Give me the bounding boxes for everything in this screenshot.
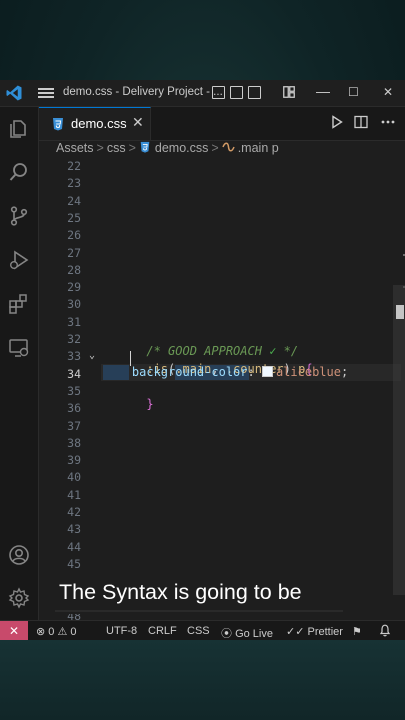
code-editor[interactable]: 22 23 24 25 26 27 28 29 30 31 32 33 34 35 36 37 38 39 40 41… xyxy=(39,159,405,623)
line-number: 26 xyxy=(67,228,81,243)
line-number: 35 xyxy=(67,383,81,398)
line-number: 34 xyxy=(67,366,81,381)
line-number: 37 xyxy=(67,418,81,433)
line-number: 30 xyxy=(67,297,81,312)
error-icon: ⊗ xyxy=(36,626,46,638)
breadcrumb: Assets > css > demo.css > .main p xyxy=(56,141,279,161)
settings-gear-icon[interactable] xyxy=(8,587,30,609)
css-file-icon xyxy=(140,141,150,153)
css-value: aliceblue xyxy=(275,365,341,379)
toggle-sidebar-icon[interactable] xyxy=(212,86,225,99)
fold-arrow-icon[interactable]: ⌄ xyxy=(89,350,95,361)
eol-indicator[interactable]: CRLF xyxy=(148,625,177,637)
warning-count: 0 xyxy=(70,626,77,638)
tab-label: demo.css xyxy=(71,116,127,131)
search-icon[interactable] xyxy=(8,161,30,183)
toggle-secondary-sidebar-icon[interactable] xyxy=(248,86,261,99)
line-number: 33 xyxy=(67,349,81,364)
line-number: 45 xyxy=(67,556,81,571)
menu-icon[interactable] xyxy=(38,86,54,100)
text-cursor xyxy=(130,351,131,366)
prettier-button[interactable]: ✓✓ Prettier xyxy=(286,625,343,638)
more-actions-icon[interactable] xyxy=(380,115,396,129)
tab-demo-css[interactable]: demo.css ✕ xyxy=(39,107,151,140)
breadcrumb-item-css[interactable]: css xyxy=(107,141,126,155)
breadcrumb-separator: > xyxy=(211,141,219,155)
editor-tab-bar: demo.css ✕ xyxy=(39,107,405,141)
selector-symbol-icon xyxy=(222,142,235,152)
breadcrumb-separator: > xyxy=(128,141,136,155)
close-window-button[interactable]: ✕ xyxy=(383,85,393,99)
remote-indicator-icon[interactable]: ✕ xyxy=(0,621,28,640)
scrollbar-marker xyxy=(396,305,404,319)
line-number: 38 xyxy=(67,435,81,450)
css-file-icon xyxy=(53,118,63,131)
toggle-panel-icon[interactable] xyxy=(230,86,243,99)
problems-indicator[interactable]: ⊗ 0 ⚠ 0 xyxy=(36,625,77,638)
line-number: 39 xyxy=(67,453,81,468)
prettier-label: Prettier xyxy=(307,626,343,638)
vscode-logo-icon xyxy=(6,85,22,101)
accounts-icon[interactable]: ⚑ xyxy=(352,625,362,638)
line-number: 36 xyxy=(67,401,81,416)
line-number: 25 xyxy=(67,210,81,225)
background-footer xyxy=(0,640,405,720)
breadcrumb-item-assets[interactable]: Assets xyxy=(56,141,94,155)
status-bar: ✕ ⊗ 0 ⚠ 0 UTF-8 CRLF CSS ⦿ Go Live ✓✓ Pr… xyxy=(0,620,405,640)
split-editor-icon[interactable] xyxy=(354,115,368,129)
error-count: 0 xyxy=(48,626,55,638)
language-indicator[interactable]: CSS xyxy=(187,625,210,637)
line-number: 40 xyxy=(67,470,81,485)
breadcrumb-item-file[interactable]: demo.css xyxy=(155,141,209,155)
warning-icon: ⚠ xyxy=(57,626,68,638)
line-number: 22 xyxy=(67,159,81,173)
caption-underline xyxy=(55,610,343,612)
run-file-icon[interactable] xyxy=(331,115,343,129)
remote-explorer-icon[interactable] xyxy=(8,337,30,359)
go-live-label: Go Live xyxy=(235,628,273,640)
breadcrumb-item-selector[interactable]: .main p xyxy=(238,141,279,155)
encoding-indicator[interactable]: UTF-8 xyxy=(106,625,137,637)
line-number: 32 xyxy=(67,332,81,346)
semicolon: ; xyxy=(340,365,349,379)
customize-layout-icon[interactable] xyxy=(283,86,295,98)
breadcrumb-separator: > xyxy=(96,141,104,155)
line-number: 23 xyxy=(67,176,81,191)
layout-toggles xyxy=(212,86,266,99)
line-number: 42 xyxy=(67,505,81,519)
vscode-window: demo.css - Delivery Project - ... — ☐ ✕ xyxy=(0,80,405,640)
line-number: 31 xyxy=(67,314,81,329)
css-property: background-color xyxy=(131,365,248,379)
color-swatch[interactable] xyxy=(261,366,273,377)
code-line-34: background-color: aliceblue; xyxy=(103,365,348,379)
source-control-icon[interactable] xyxy=(8,205,30,227)
extensions-icon[interactable] xyxy=(8,293,30,315)
broadcast-icon: ⦿ xyxy=(221,628,232,640)
line-number: 41 xyxy=(67,487,81,502)
go-live-button[interactable]: ⦿ Go Live xyxy=(221,625,273,640)
line-number: 28 xyxy=(67,262,81,277)
line-number: 29 xyxy=(67,280,81,295)
brace-close: } xyxy=(146,397,154,411)
explorer-icon[interactable] xyxy=(8,117,30,139)
tab-close-button[interactable]: ✕ xyxy=(132,114,144,131)
video-caption: The Syntax is going to be xyxy=(55,570,349,614)
window-title: demo.css - Delivery Project - ... xyxy=(63,86,223,98)
account-icon[interactable] xyxy=(8,544,30,566)
line-number: 44 xyxy=(67,539,81,554)
editor-scrollbar[interactable] xyxy=(393,285,405,595)
colon: : xyxy=(247,365,262,379)
run-debug-icon[interactable] xyxy=(8,249,30,271)
title-bar: demo.css - Delivery Project - ... — ☐ ✕ xyxy=(0,80,405,107)
double-check-icon: ✓✓ xyxy=(286,626,305,638)
line-number: 27 xyxy=(67,245,81,260)
activity-bar xyxy=(0,107,39,620)
code-line-35: } xyxy=(103,383,154,425)
line-number: 24 xyxy=(67,193,81,208)
maximize-button[interactable]: ☐ xyxy=(348,85,359,99)
notifications-bell-icon[interactable] xyxy=(379,624,391,637)
minimize-button[interactable]: — xyxy=(316,83,330,99)
line-number: 43 xyxy=(67,522,81,537)
